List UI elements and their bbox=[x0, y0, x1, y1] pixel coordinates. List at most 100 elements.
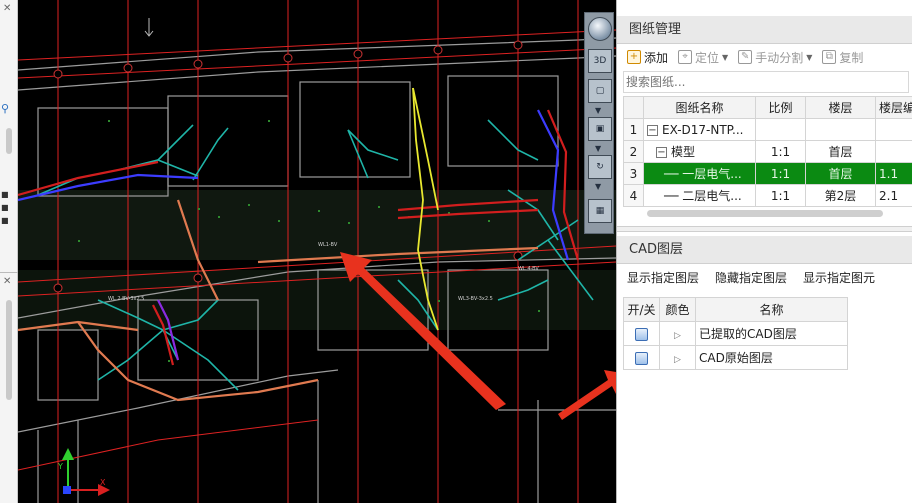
drawing-name: 一层电气... bbox=[682, 167, 742, 181]
chevron-down-icon[interactable]: ▼ bbox=[595, 106, 601, 115]
tree-line: ── bbox=[664, 189, 683, 203]
add-button[interactable]: + 添加 bbox=[627, 49, 668, 66]
column-header-scale[interactable]: 比例 bbox=[755, 96, 806, 119]
top-view-icon[interactable]: ▢ bbox=[588, 79, 612, 103]
panel-divider bbox=[0, 272, 18, 273]
svg-text:WL 2-BV-3x2.5: WL 2-BV-3x2.5 bbox=[108, 296, 144, 302]
drawing-name: 模型 bbox=[671, 145, 696, 159]
drawing-name-cell: ── 二层电气... bbox=[643, 184, 756, 207]
layer-color-cell: ▷ bbox=[659, 345, 696, 370]
view-toolbar: 3D ▢ ▼ ▣ ▼ ↻ ▼ ▦ bbox=[584, 12, 614, 234]
floor-cell: 首层 bbox=[805, 162, 876, 185]
column-header-num bbox=[623, 96, 644, 119]
row-number: 1 bbox=[623, 118, 644, 141]
svg-text:WL 4-BV: WL 4-BV bbox=[518, 266, 539, 272]
axis-y-label: Y bbox=[58, 462, 63, 471]
layer-name: CAD原始图层 bbox=[695, 345, 848, 370]
cad-viewport[interactable]: WL 4-BV WL 2-BV-3x2.5 WL3-BV-3x2.5 WL1-B… bbox=[18, 0, 616, 503]
cad-layer-panel-title: CAD图层 bbox=[617, 236, 912, 264]
scrollbar[interactable] bbox=[6, 300, 12, 400]
row-number: 2 bbox=[623, 140, 644, 163]
scale-cell: 1:1 bbox=[755, 140, 806, 163]
hide-layer-button[interactable]: 隐藏指定图层 bbox=[715, 269, 787, 286]
add-label: 添加 bbox=[644, 50, 669, 65]
drawing-name-cell: ── 一层电气... bbox=[643, 162, 756, 185]
drawing-panel-title: 图纸管理 bbox=[617, 16, 912, 44]
split-icon: ✎ bbox=[738, 50, 753, 64]
scale-cell bbox=[755, 118, 806, 141]
locate-label: 定位 bbox=[695, 50, 720, 65]
show-layer-button[interactable]: 显示指定图层 bbox=[627, 269, 699, 286]
chevron-down-icon[interactable]: ▼ bbox=[806, 53, 812, 62]
table-row[interactable]: 2 − 模型 1:1 首层 bbox=[623, 140, 912, 163]
layer-visibility-checkbox[interactable] bbox=[635, 351, 648, 365]
column-header-name[interactable]: 名称 bbox=[695, 297, 848, 322]
floor-code-cell: 2.1 bbox=[875, 184, 912, 207]
copy-label: 复制 bbox=[839, 50, 864, 65]
table-header-row: 开/关 颜色 名称 bbox=[623, 297, 848, 322]
scrollbar[interactable] bbox=[6, 128, 12, 154]
copy-icon: ⧉ bbox=[822, 50, 837, 64]
manual-split-label: 手动分割 bbox=[755, 50, 804, 65]
manual-split-button[interactable]: ✎ 手动分割 ▼ bbox=[738, 49, 812, 66]
floor-cell: 首层 bbox=[805, 140, 876, 163]
panel-divider bbox=[617, 226, 912, 232]
box-view-icon[interactable]: ▣ bbox=[588, 117, 612, 141]
floor-code-cell: 1.1 bbox=[875, 162, 912, 185]
chevron-down-icon[interactable]: ▼ bbox=[595, 182, 601, 191]
drawing-search-input[interactable] bbox=[623, 71, 909, 93]
column-header-toggle[interactable]: 开/关 bbox=[623, 297, 660, 322]
layer-visibility-checkbox[interactable] bbox=[635, 327, 648, 341]
search-icon[interactable]: ⚲ bbox=[1, 102, 9, 115]
table-row[interactable]: 1 − EX-D17-NTP... bbox=[623, 118, 912, 141]
close-icon[interactable]: ✕ bbox=[3, 276, 11, 287]
layer-toggle-cell bbox=[623, 345, 660, 370]
close-icon[interactable]: ✕ bbox=[3, 3, 11, 14]
column-header-floor-code[interactable]: 楼层编 bbox=[875, 96, 912, 119]
column-header-name[interactable]: 图纸名称 bbox=[643, 96, 756, 119]
copy-button[interactable]: ⧉ 复制 bbox=[822, 49, 863, 66]
tree-collapse-icon[interactable]: − bbox=[647, 124, 658, 136]
drawing-name-cell: − EX-D17-NTP... bbox=[643, 118, 756, 141]
add-icon: + bbox=[627, 50, 641, 64]
floor-cell bbox=[805, 118, 876, 141]
table-row[interactable]: ▷ CAD原始图层 bbox=[623, 345, 848, 370]
tree-collapse-icon[interactable]: − bbox=[656, 147, 667, 158]
chevron-down-icon[interactable]: ▼ bbox=[722, 53, 728, 62]
layer-name: 已提取的CAD图层 bbox=[695, 321, 848, 346]
svg-text:WL1-BV: WL1-BV bbox=[318, 242, 338, 248]
floor-code-cell bbox=[875, 118, 912, 141]
drawing-table: 图纸名称 比例 楼层 楼层编 1 − EX-D17-NTP... 2 − 模型 1:… bbox=[623, 96, 912, 207]
cad-layer-table: 开/关 颜色 名称 ▷ 已提取的CAD图层 ▷ CAD原始图层 bbox=[623, 297, 848, 370]
view-3d-button[interactable]: 3D bbox=[588, 49, 612, 73]
row-number: 4 bbox=[623, 184, 644, 207]
layer-actions: 显示指定图层 隐藏指定图层 显示指定图元 bbox=[617, 266, 912, 288]
scale-cell: 1:1 bbox=[755, 162, 806, 185]
rotate-icon[interactable]: ↻ bbox=[588, 155, 612, 179]
layer-color-cell: ▷ bbox=[659, 321, 696, 346]
expand-arrow-icon[interactable]: ▷ bbox=[674, 355, 681, 365]
floor-code-cell bbox=[875, 140, 912, 163]
locate-button[interactable]: ⌖ 定位 ▼ bbox=[678, 49, 728, 66]
column-header-color[interactable]: 颜色 bbox=[659, 297, 696, 322]
globe-icon[interactable] bbox=[588, 17, 612, 41]
drawing-name: EX-D17-NTP... bbox=[662, 122, 744, 137]
drawing-name: 二层电气... bbox=[682, 189, 742, 203]
horizontal-scrollbar[interactable] bbox=[647, 210, 883, 217]
column-header-floor[interactable]: 楼层 bbox=[805, 96, 876, 119]
table-row-selected[interactable]: 3 ── 一层电气... 1:1 首层 1.1 bbox=[623, 162, 912, 185]
cad-drawing[interactable]: WL 4-BV WL 2-BV-3x2.5 WL3-BV-3x2.5 WL1-B… bbox=[18, 0, 616, 503]
show-element-button[interactable]: 显示指定图元 bbox=[803, 269, 875, 286]
expand-arrow-icon[interactable]: ▷ bbox=[674, 331, 681, 341]
table-row[interactable]: ▷ 已提取的CAD图层 bbox=[623, 321, 848, 346]
panel-edge-marks: ■ ■ ■ bbox=[1, 190, 9, 225]
row-number: 3 bbox=[623, 162, 644, 185]
right-panel: 图纸管理 + 添加 ⌖ 定位 ▼ ✎ 手动分割 ▼ ⧉ 复制 图纸名称 bbox=[616, 0, 912, 503]
table-row[interactable]: 4 ── 二层电气... 1:1 第2层 2.1 bbox=[623, 184, 912, 207]
table-header-row: 图纸名称 比例 楼层 楼层编 bbox=[623, 96, 912, 119]
chevron-down-icon[interactable]: ▼ bbox=[595, 144, 601, 153]
grid-view-icon[interactable]: ▦ bbox=[588, 199, 612, 223]
svg-text:WL3-BV-3x2.5: WL3-BV-3x2.5 bbox=[458, 296, 493, 302]
left-side-panel: ✕ ⚲ ■ ■ ■ ✕ bbox=[0, 0, 18, 503]
floor-cell: 第2层 bbox=[805, 184, 876, 207]
